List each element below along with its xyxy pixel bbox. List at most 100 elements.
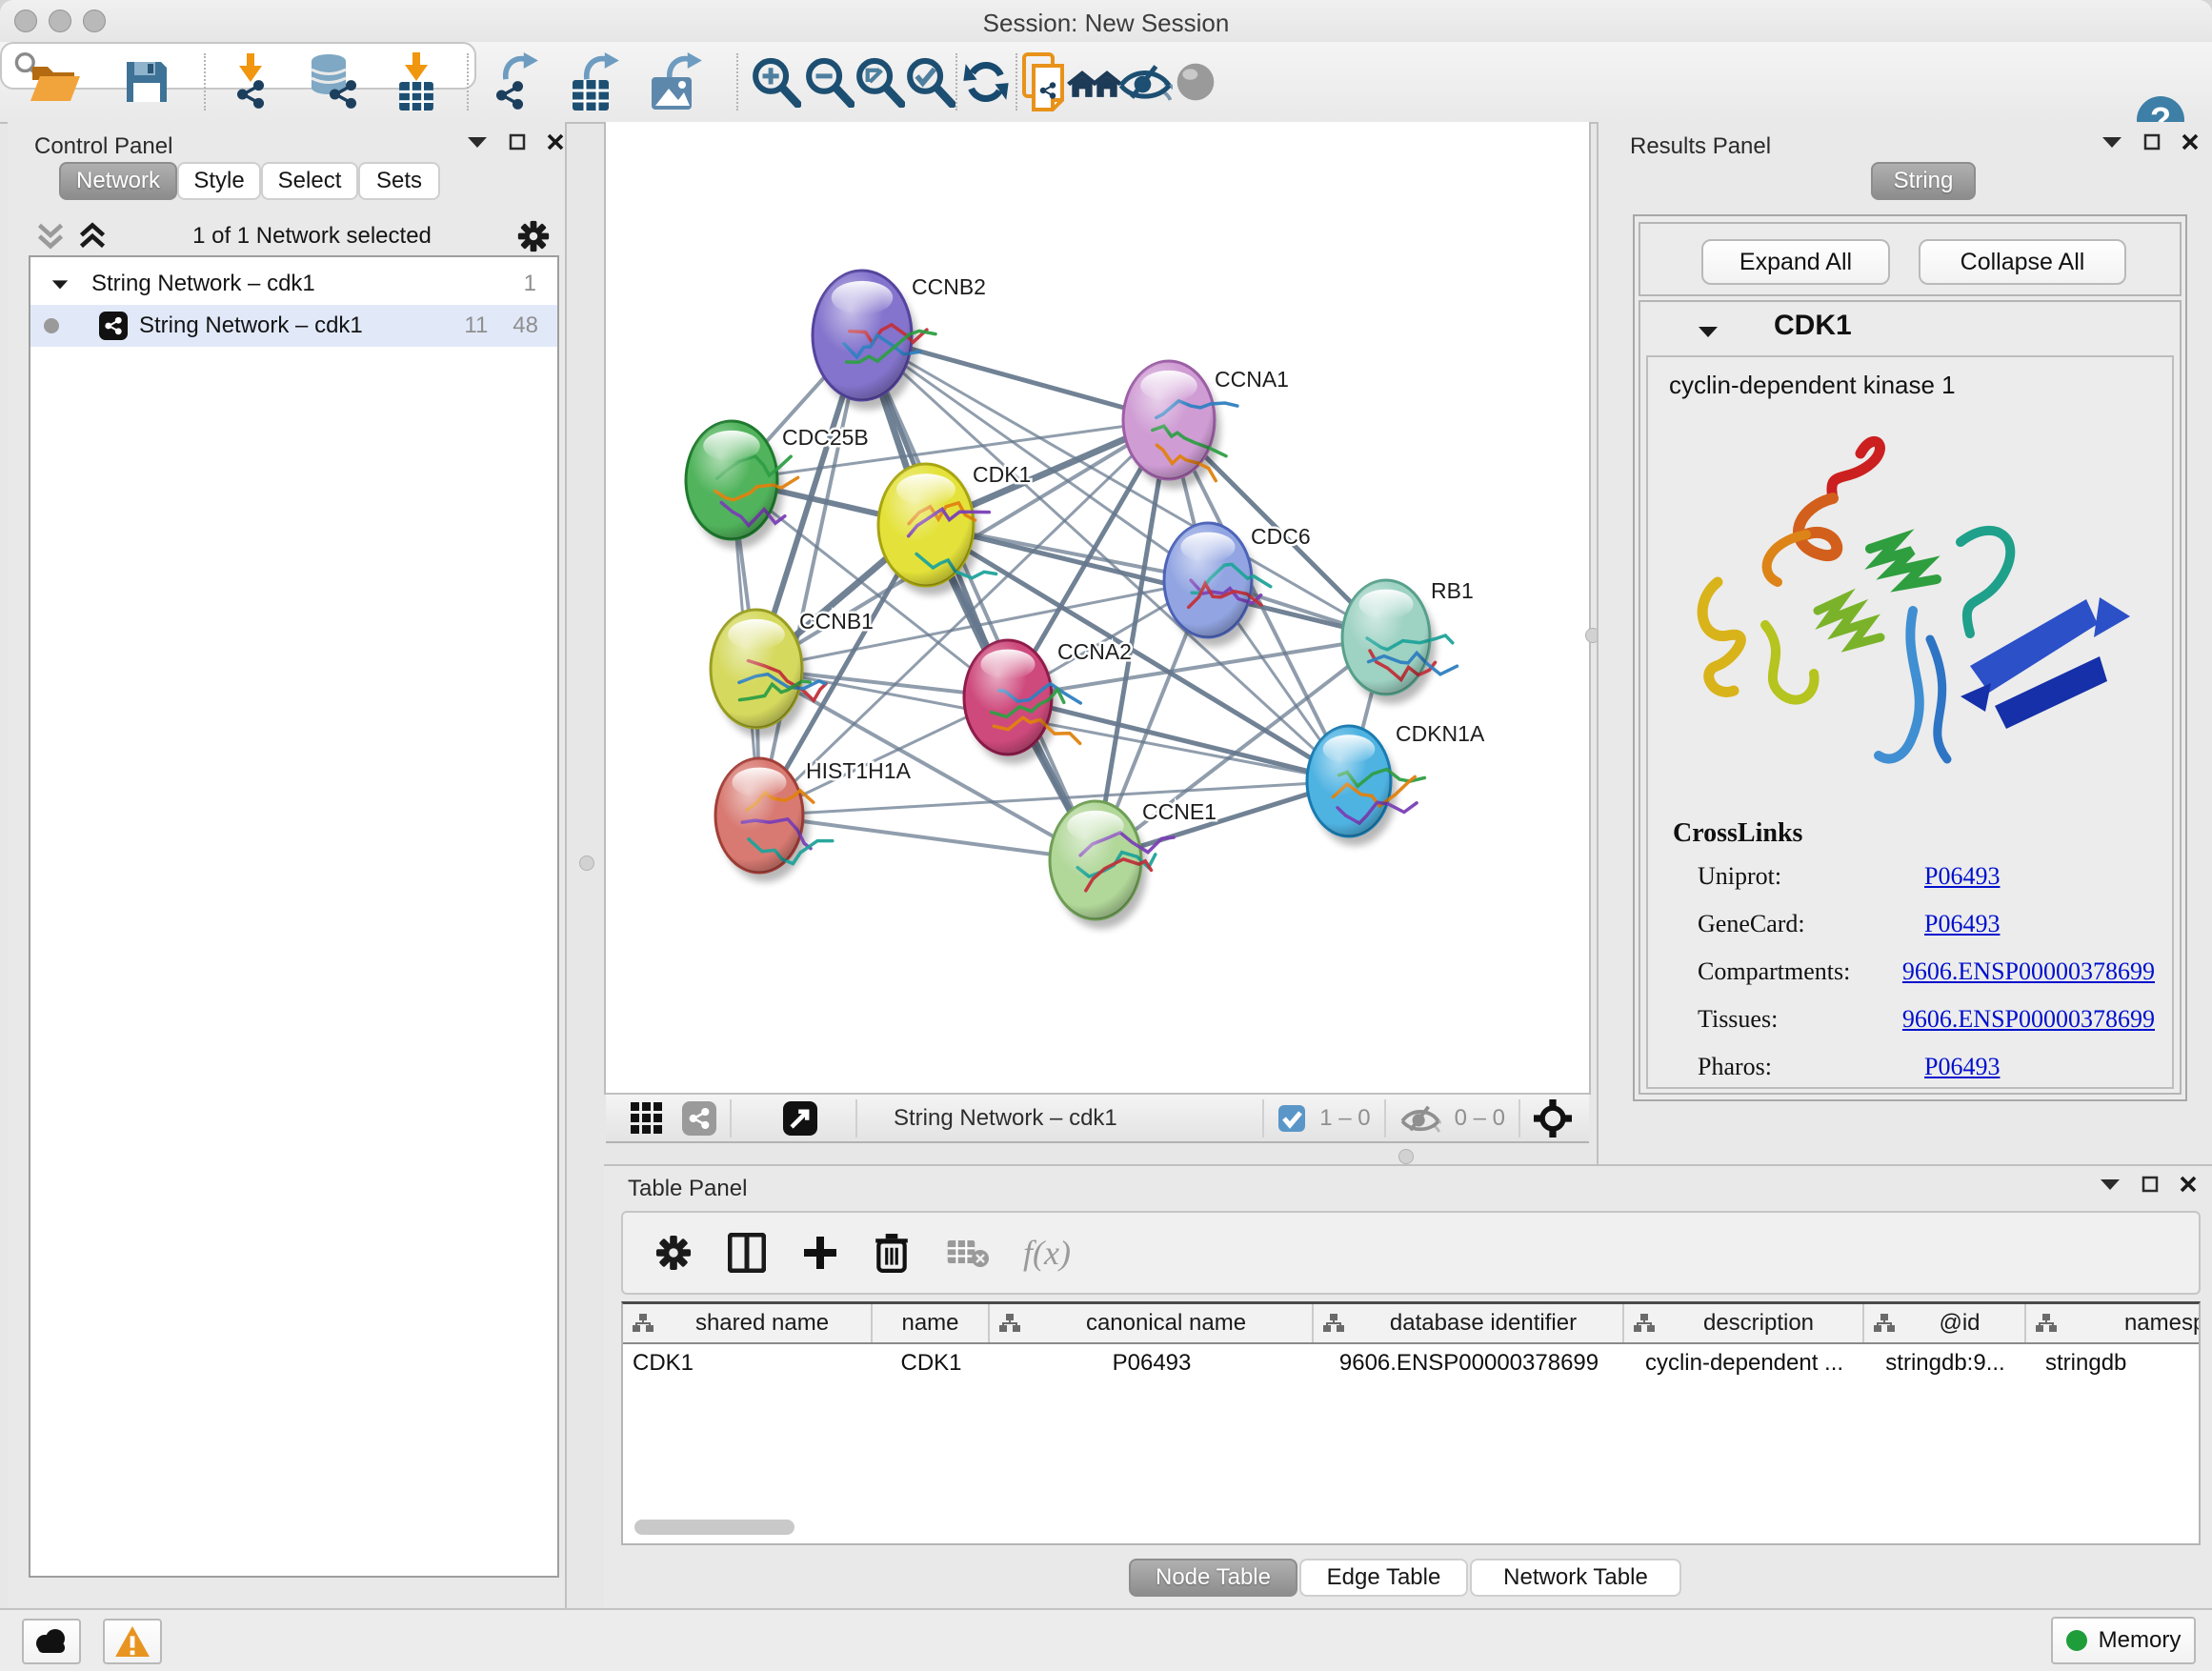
panel-float-icon[interactable] xyxy=(2101,135,2122,149)
horizontal-scrollbar-thumb[interactable] xyxy=(634,1520,794,1535)
import-table-button[interactable] xyxy=(388,53,445,111)
selected-checkbox-icon[interactable] xyxy=(1277,1104,1306,1133)
add-column-icon[interactable] xyxy=(802,1235,838,1271)
node-label-CDC25B: CDC25B xyxy=(782,425,869,450)
column-header-canonical-name[interactable]: canonical name xyxy=(990,1304,1314,1342)
crosslink-value-link[interactable]: P06493 xyxy=(1924,910,2000,938)
panel-float-icon[interactable] xyxy=(2100,1178,2121,1191)
graph-node-CDC6[interactable]: CDC6 xyxy=(1164,523,1311,647)
panel-undock-icon[interactable] xyxy=(2142,1176,2159,1193)
column-type-icon xyxy=(2036,1313,2057,1334)
tab-network[interactable]: Network xyxy=(59,162,177,200)
entry-expander-icon[interactable] xyxy=(1698,325,1719,338)
column-header-@id[interactable]: @id xyxy=(1864,1304,2026,1342)
left-splitter-grip[interactable] xyxy=(579,856,594,871)
open-folder-icon xyxy=(29,59,82,105)
delete-column-icon[interactable] xyxy=(875,1233,909,1273)
bottom-splitter-grip[interactable] xyxy=(1398,1149,1414,1164)
hidden-eye-icon[interactable] xyxy=(1399,1103,1441,1134)
copy-network-button[interactable] xyxy=(1017,53,1075,111)
crosslink-row: Tissues: 9606.ENSP00000378699 xyxy=(1698,1005,2155,1034)
copy-documents-icon xyxy=(1020,52,1072,111)
open-file-button[interactable] xyxy=(27,53,84,111)
crosslink-value-link[interactable]: P06493 xyxy=(1924,1053,2000,1081)
network-node-count: 11 xyxy=(464,312,488,339)
show-all-button[interactable] xyxy=(1167,53,1224,111)
tab-edge-table[interactable]: Edge Table xyxy=(1299,1559,1468,1597)
network-thumbnail-icon[interactable] xyxy=(682,1101,716,1136)
network-row-selected[interactable]: String Network – cdk1 11 48 xyxy=(30,305,557,347)
crosslink-value-link[interactable]: 9606.ENSP00000378699 xyxy=(1902,1005,2155,1034)
expand-all-icon[interactable] xyxy=(78,222,107,251)
first-neighbors-button[interactable] xyxy=(1067,53,1124,111)
graph-node-CCNA2[interactable]: CCNA2 xyxy=(964,639,1132,764)
collapse-all-button[interactable]: Collapse All xyxy=(1919,239,2126,285)
graph-node-HIST1H1A[interactable]: HIST1H1A xyxy=(715,758,912,882)
tab-style[interactable]: Style xyxy=(177,162,261,200)
node-label-HIST1H1A: HIST1H1A xyxy=(806,758,912,783)
table-panel-title: Table Panel xyxy=(628,1176,747,1202)
save-icon xyxy=(123,58,171,106)
table-settings-gear-icon[interactable] xyxy=(655,1235,692,1271)
network-collection-row[interactable]: String Network – cdk1 1 xyxy=(30,257,557,305)
export-table-icon xyxy=(569,52,622,111)
graph-node-CCNE1[interactable]: CCNE1 xyxy=(1050,799,1217,929)
zoom-out-button[interactable] xyxy=(800,53,857,111)
collapse-all-icon[interactable] xyxy=(36,222,65,251)
graph-node-CDC25B[interactable]: CDC25B xyxy=(686,421,869,549)
graph-node-CCNB1[interactable]: CCNB1 xyxy=(711,609,874,737)
network-options-gear-icon[interactable] xyxy=(517,220,550,252)
panel-close-icon[interactable] xyxy=(2180,1176,2197,1193)
expand-all-button[interactable]: Expand All xyxy=(1701,239,1890,285)
import-network-file-button[interactable] xyxy=(222,53,279,111)
save-session-button[interactable] xyxy=(118,53,175,111)
column-header-description[interactable]: description xyxy=(1624,1304,1864,1342)
column-header-name[interactable]: name xyxy=(873,1304,990,1342)
tab-select[interactable]: Select xyxy=(261,162,358,200)
network-view[interactable]: CCNB2CCNA1CDC25BCDK1CDC6RB1CCNB1CCNA2CDK… xyxy=(604,122,1591,1095)
cloud-icon xyxy=(32,1629,70,1654)
show-columns-icon[interactable] xyxy=(728,1233,766,1273)
tab-node-table[interactable]: Node Table xyxy=(1129,1559,1297,1597)
refresh-view-button[interactable] xyxy=(957,53,1015,111)
table-cell: CDK1 xyxy=(873,1350,990,1377)
pan-move-icon[interactable] xyxy=(1534,1099,1572,1137)
graph-node-RB1[interactable]: RB1 xyxy=(1342,578,1474,704)
column-header-database-identifier[interactable]: database identifier xyxy=(1314,1304,1624,1342)
table-row[interactable]: CDK1CDK1P064939606.ENSP00000378699cyclin… xyxy=(623,1344,2201,1382)
export-network-button[interactable] xyxy=(486,53,543,111)
panel-undock-icon[interactable] xyxy=(2143,133,2161,151)
panel-undock-icon[interactable] xyxy=(509,133,526,151)
column-type-icon xyxy=(999,1313,1020,1334)
export-view-icon[interactable] xyxy=(783,1101,817,1136)
tab-network-table[interactable]: Network Table xyxy=(1470,1559,1681,1597)
warnings-button[interactable] xyxy=(103,1619,162,1664)
column-header-namespace[interactable]: namespace xyxy=(2026,1304,2201,1342)
toolbar-separator xyxy=(736,53,738,111)
panel-close-icon[interactable] xyxy=(2182,133,2199,151)
crosslink-value-link[interactable]: 9606.ENSP00000378699 xyxy=(1902,957,2155,986)
panel-close-icon[interactable] xyxy=(547,133,564,151)
hide-selected-button[interactable] xyxy=(1116,53,1174,111)
graph-node-CCNA1[interactable]: CCNA1 xyxy=(1123,361,1289,489)
zoom-in-button[interactable] xyxy=(747,53,804,111)
tab-string[interactable]: String xyxy=(1871,162,1976,200)
zoom-selected-button[interactable] xyxy=(901,53,958,111)
cloud-status-button[interactable] xyxy=(22,1619,81,1664)
zoom-fit-button[interactable] xyxy=(851,53,908,111)
column-header-shared-name[interactable]: shared name xyxy=(623,1304,873,1342)
birdseye-grid-icon[interactable] xyxy=(631,1102,663,1135)
results-panel-title: Results Panel xyxy=(1630,133,1771,160)
crosslink-value-link[interactable]: P06493 xyxy=(1924,862,2000,891)
panel-float-icon[interactable] xyxy=(467,135,488,149)
tab-sets[interactable]: Sets xyxy=(358,162,440,200)
memory-button[interactable]: Memory xyxy=(2051,1617,2196,1664)
network-canvas[interactable]: CCNB2CCNA1CDC25BCDK1CDC6RB1CCNB1CCNA2CDK… xyxy=(606,122,1589,1091)
import-network-database-button[interactable] xyxy=(305,53,362,111)
graph-node-CCNB2[interactable]: CCNB2 xyxy=(813,271,986,410)
graph-node-CDKN1A[interactable]: CDKN1A xyxy=(1307,721,1485,846)
tree-expander-icon[interactable] xyxy=(51,278,69,291)
export-image-button[interactable] xyxy=(648,53,705,111)
export-table-button[interactable] xyxy=(567,53,624,111)
table-cell: cyclin-dependent ... xyxy=(1624,1350,1864,1377)
